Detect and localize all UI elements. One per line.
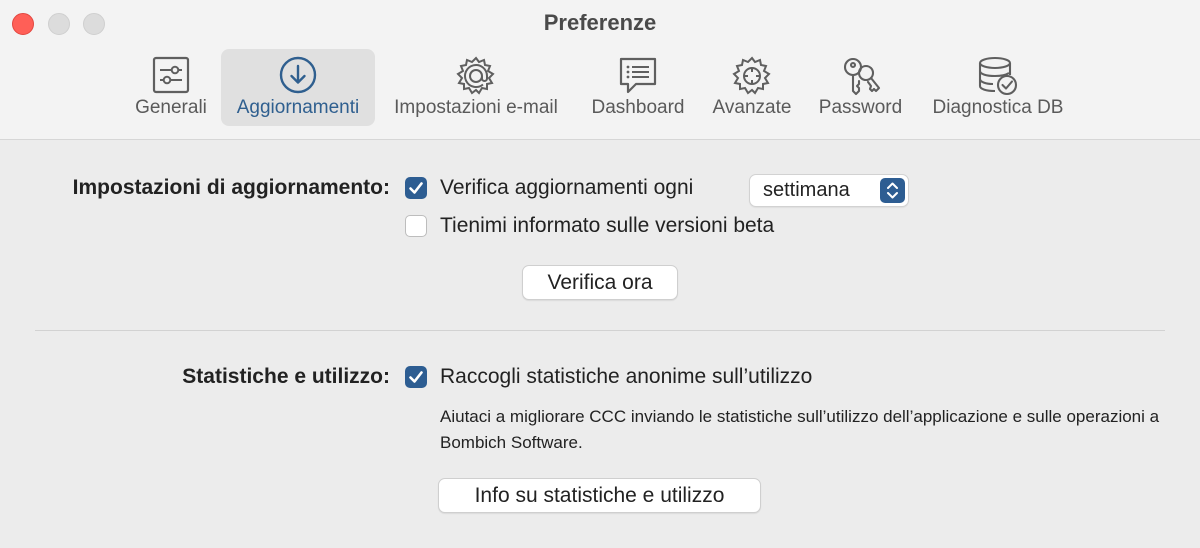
tab-label: Diagnostica DB: [932, 97, 1064, 118]
keys-icon: [812, 55, 909, 97]
tab-generali[interactable]: Generali: [126, 49, 216, 126]
tab-label: Aggiornamenti: [236, 97, 360, 118]
tab-diagnostica-db[interactable]: Diagnostica DB: [923, 49, 1073, 126]
update-frequency-value: settimana: [763, 179, 850, 201]
toolbar: Preferenze Generali Aggiornamenti Impost…: [0, 0, 1200, 140]
check-updates-checkbox[interactable]: [405, 177, 427, 199]
tab-aggiornamenti[interactable]: Aggiornamenti: [221, 49, 375, 126]
chat-bubble-icon: [584, 55, 692, 97]
tab-label: Impostazioni e-mail: [394, 97, 558, 118]
tab-avanzate[interactable]: Avanzate: [706, 49, 798, 126]
email-gear-icon: [382, 55, 570, 97]
chevron-updown-icon: [880, 178, 905, 203]
gear-icon: [706, 55, 798, 97]
section-divider: [35, 330, 1165, 331]
statistics-description: Aiutaci a migliorare CCC inviando le sta…: [440, 407, 1160, 452]
statistics-label: Statistiche e utilizzo:: [182, 365, 390, 388]
checkmark-icon: [409, 371, 423, 383]
tab-label: Password: [818, 97, 903, 118]
window-title: Preferenze: [543, 10, 657, 35]
tab-label: Generali: [135, 97, 207, 118]
statistics-info-button[interactable]: Info su statistiche e utilizzo: [438, 478, 761, 513]
collect-stats-checkbox[interactable]: [405, 366, 427, 388]
tab-password[interactable]: Password: [812, 49, 909, 126]
collect-stats-label: Raccogli statistiche anonime sull’utiliz…: [440, 365, 813, 388]
database-check-icon: [923, 55, 1073, 97]
update-settings-label: Impostazioni di aggiornamento:: [72, 176, 390, 199]
check-now-button[interactable]: Verifica ora: [522, 265, 678, 300]
tab-label: Avanzate: [712, 97, 792, 118]
sliders-icon: [126, 55, 216, 95]
checkmark-icon: [409, 182, 423, 194]
beta-updates-checkbox[interactable]: [405, 215, 427, 237]
check-updates-label: Verifica aggiornamenti ogni: [440, 176, 694, 199]
tab-label: Dashboard: [591, 97, 685, 118]
download-circle-icon: [221, 55, 375, 95]
tab-impostazioni-email[interactable]: Impostazioni e-mail: [382, 49, 570, 126]
preferences-window: Preferenze Generali Aggiornamenti Impost…: [0, 0, 1200, 548]
update-frequency-select[interactable]: settimana: [749, 174, 909, 207]
beta-updates-label: Tienimi informato sulle versioni beta: [440, 214, 775, 237]
tab-dashboard[interactable]: Dashboard: [584, 49, 692, 126]
